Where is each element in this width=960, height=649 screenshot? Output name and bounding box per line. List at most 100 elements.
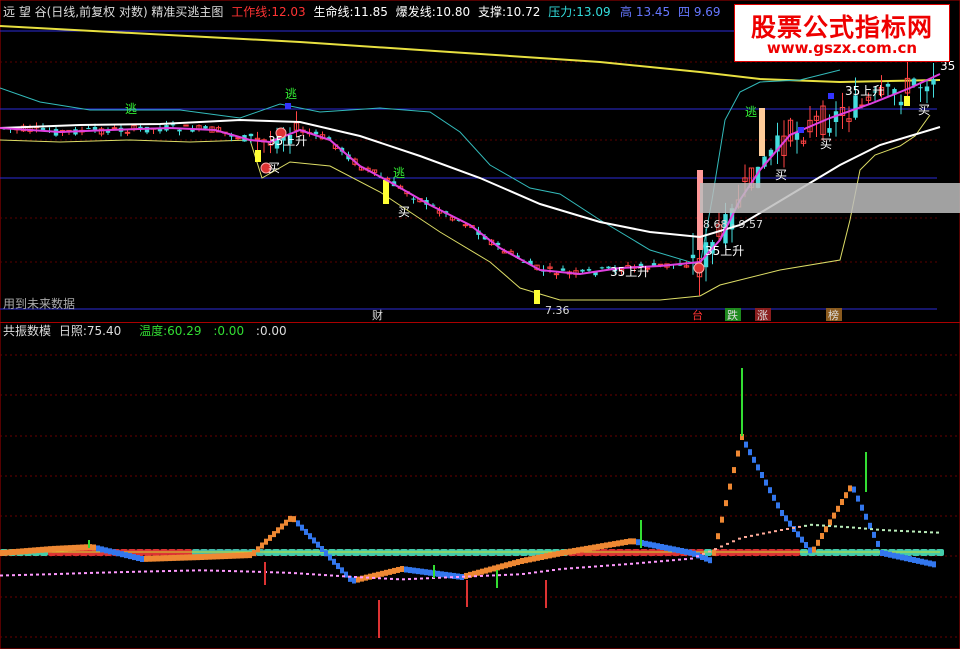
sunlight-step xyxy=(80,544,84,551)
sunlight-step xyxy=(164,555,168,562)
signal-label: 35上升 xyxy=(845,84,884,98)
sunlight-step xyxy=(648,541,652,548)
indicator-support-label: 支撑: xyxy=(477,5,507,19)
temperature-dash xyxy=(888,529,891,532)
sunlight-step xyxy=(560,550,564,556)
sunlight-step xyxy=(732,467,736,474)
sunlight-step xyxy=(408,567,412,574)
sunlight-step xyxy=(588,545,592,552)
temperature-dash xyxy=(732,540,735,543)
temperature-dash xyxy=(42,573,45,576)
sunlight-step xyxy=(896,553,900,560)
sunlight-step xyxy=(128,553,132,560)
signal-label: 逃 xyxy=(285,87,297,101)
temperature-dash xyxy=(420,577,423,580)
temperature-dash xyxy=(138,570,141,573)
temperature-dash xyxy=(174,569,177,572)
candle-body-down xyxy=(924,86,930,92)
indicator-life-label: 生命线: xyxy=(313,5,354,19)
temperature-dash xyxy=(468,575,471,578)
sunlight-step xyxy=(484,567,488,574)
temperature-dash xyxy=(648,561,651,564)
sunlight-step xyxy=(852,486,856,493)
temperature-dash xyxy=(0,574,3,577)
temperature-dash xyxy=(774,530,777,533)
temperature-dash xyxy=(456,575,459,578)
sunlight-step xyxy=(716,533,720,540)
future-data-note: 用到未来数据 xyxy=(3,297,76,311)
sunlight-step xyxy=(72,544,76,551)
sunlight-step xyxy=(76,544,80,551)
sunlight-step xyxy=(516,559,520,566)
watermark-logo: 股票公式指标网 www.gszx.com.cn xyxy=(734,4,950,62)
temperature-dash xyxy=(696,555,699,558)
extra-value-1: 0.00 xyxy=(217,324,245,338)
temperature-dash xyxy=(918,530,921,533)
sunlight-step xyxy=(420,568,424,575)
sunlight-step xyxy=(844,492,848,499)
sunlight-step xyxy=(44,546,48,553)
sunlight-step xyxy=(120,551,124,558)
candle-body-down xyxy=(580,269,585,272)
temperature-dash xyxy=(72,572,75,575)
sunlight-step xyxy=(252,550,256,557)
temperature-dash xyxy=(198,569,201,572)
sunlight-step xyxy=(40,546,44,553)
sunlight-step xyxy=(772,494,776,501)
sunlight-step xyxy=(532,555,536,562)
temperature-label: 温度: xyxy=(139,324,168,338)
indicator-work-value: 12.03 xyxy=(271,5,306,19)
sunlight-step xyxy=(792,526,796,532)
sunlight-step xyxy=(884,550,888,557)
temperature-dash xyxy=(108,571,111,574)
sunlight-step xyxy=(908,556,912,563)
temperature-dash xyxy=(330,574,333,577)
sunlight-step xyxy=(188,554,192,561)
sunlight-step xyxy=(400,566,404,572)
price-label: 8.68 - 9.57 xyxy=(703,218,763,231)
temperature-dash xyxy=(276,571,279,574)
temperature-dash xyxy=(876,528,879,531)
sunlight-step xyxy=(280,523,284,530)
candle-body-up xyxy=(553,273,560,276)
temperature-dash xyxy=(234,570,237,573)
candle-body-down xyxy=(86,127,91,129)
signal-label: 35上升 xyxy=(610,265,649,279)
candle-body-down xyxy=(599,267,605,269)
sunlight-step xyxy=(820,533,824,539)
sunlight-step xyxy=(404,566,408,573)
sunlight-step xyxy=(68,545,72,552)
sunlight-step xyxy=(176,554,180,561)
temperature-dash xyxy=(564,567,567,570)
temperature-dash xyxy=(618,563,621,566)
sunlight-step xyxy=(816,539,820,546)
sunlight-step xyxy=(504,562,508,569)
sunlight-step xyxy=(104,547,108,554)
sunlight-step xyxy=(848,485,852,492)
sunlight-step xyxy=(144,555,148,562)
sunlight-step xyxy=(736,450,740,457)
bottom-tag: 涨 xyxy=(757,309,768,322)
sunlight-step xyxy=(124,552,128,559)
sunlight-step xyxy=(296,520,300,527)
temperature-dash xyxy=(678,558,681,561)
sunlight-step xyxy=(320,546,324,552)
temperature-dash xyxy=(36,573,39,576)
sunlight-step xyxy=(496,564,500,571)
temperature-dash xyxy=(162,570,165,573)
candle-body-down xyxy=(931,79,936,85)
temperature-dash xyxy=(396,578,399,581)
candle-body-up xyxy=(124,131,131,134)
sunlight-step xyxy=(236,552,240,559)
sunlight-step xyxy=(224,553,228,560)
temperature-dash xyxy=(54,573,57,576)
indicator-pressure-value: 13.09 xyxy=(576,5,611,19)
temperature-dash xyxy=(762,532,765,535)
sunlight-step xyxy=(840,499,844,505)
candle-body-down xyxy=(827,128,832,133)
sunlight-step xyxy=(488,566,492,573)
sunlight-step xyxy=(300,524,304,531)
sunlight-step xyxy=(748,449,752,456)
sunlight-step xyxy=(272,531,276,538)
signal-label: 买 xyxy=(268,161,280,175)
